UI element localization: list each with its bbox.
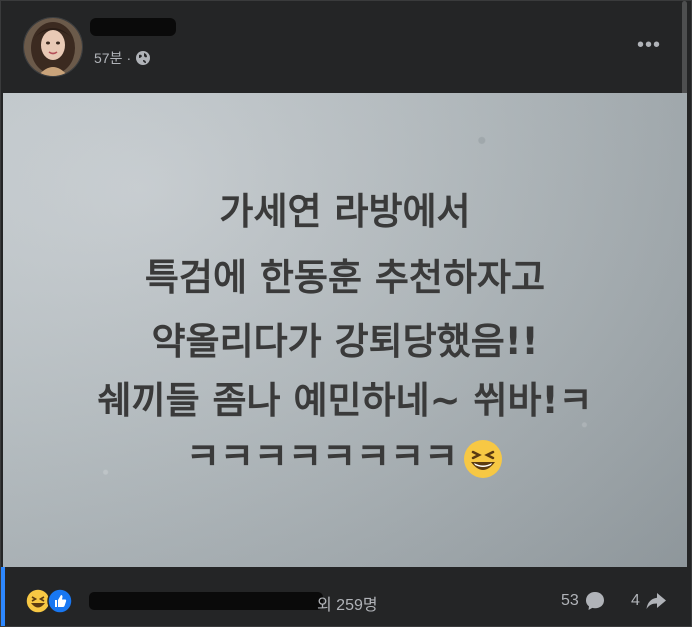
reactors-names[interactable]: ████████████ xyxy=(89,592,323,610)
more-horizontal-icon: ••• xyxy=(636,33,661,56)
more-options-button[interactable]: ••• xyxy=(631,31,667,59)
image-text-line: 가세연 라방에서 xyxy=(219,190,471,233)
share-icon xyxy=(646,593,666,609)
post-image[interactable]: 가세연 라방에서 특검에 한동훈 추천하자고 약올리다가 강퇴당했음!! 쉐끼들… xyxy=(3,93,687,567)
selection-accent xyxy=(1,567,5,626)
post-footer: ████████████ 외 259명 53 4 xyxy=(1,567,691,626)
image-text-line-last: ㅋㅋㅋㅋㅋㅋㅋㅋ xyxy=(3,435,687,480)
like-icon xyxy=(47,588,73,614)
post-header: ████ 57분 · ••• xyxy=(1,1,691,93)
comment-icon xyxy=(585,592,604,610)
post-card: ████ 57분 · ••• 가세연 라방에서 특검에 한동훈 추천하자고 약올… xyxy=(0,0,692,627)
image-text: 가세연 라방에서 특검에 한동훈 추천하자고 약올리다가 강퇴당했음!! 쉐끼들… xyxy=(3,93,687,567)
reaction-icons[interactable] xyxy=(25,588,73,614)
laughing-emoji xyxy=(462,438,504,480)
image-text-line: 쉐끼들 좀나 예민하네~ 쒸바!ㅋ xyxy=(97,379,593,422)
image-text-laughs: ㅋㅋㅋㅋㅋㅋㅋㅋ xyxy=(185,435,459,478)
comments-number: 53 xyxy=(561,592,579,609)
post-meta: 57분 · xyxy=(94,48,151,68)
author-avatar[interactable] xyxy=(23,17,83,77)
globe-icon xyxy=(135,50,151,66)
avatar-image xyxy=(24,18,82,76)
meta-separator: · xyxy=(126,50,132,66)
shares-count[interactable]: 4 xyxy=(631,589,668,613)
image-text-line: 약올리다가 강퇴당했음!! xyxy=(151,320,539,363)
post-timestamp[interactable]: 57분 xyxy=(94,48,122,68)
author-name[interactable]: ████ xyxy=(90,18,176,36)
reactors-count[interactable]: 외 259명 xyxy=(317,591,378,615)
image-text-line: 특검에 한동훈 추천하자고 xyxy=(144,256,546,299)
comments-count[interactable]: 53 xyxy=(561,589,607,613)
shares-number: 4 xyxy=(631,592,640,609)
